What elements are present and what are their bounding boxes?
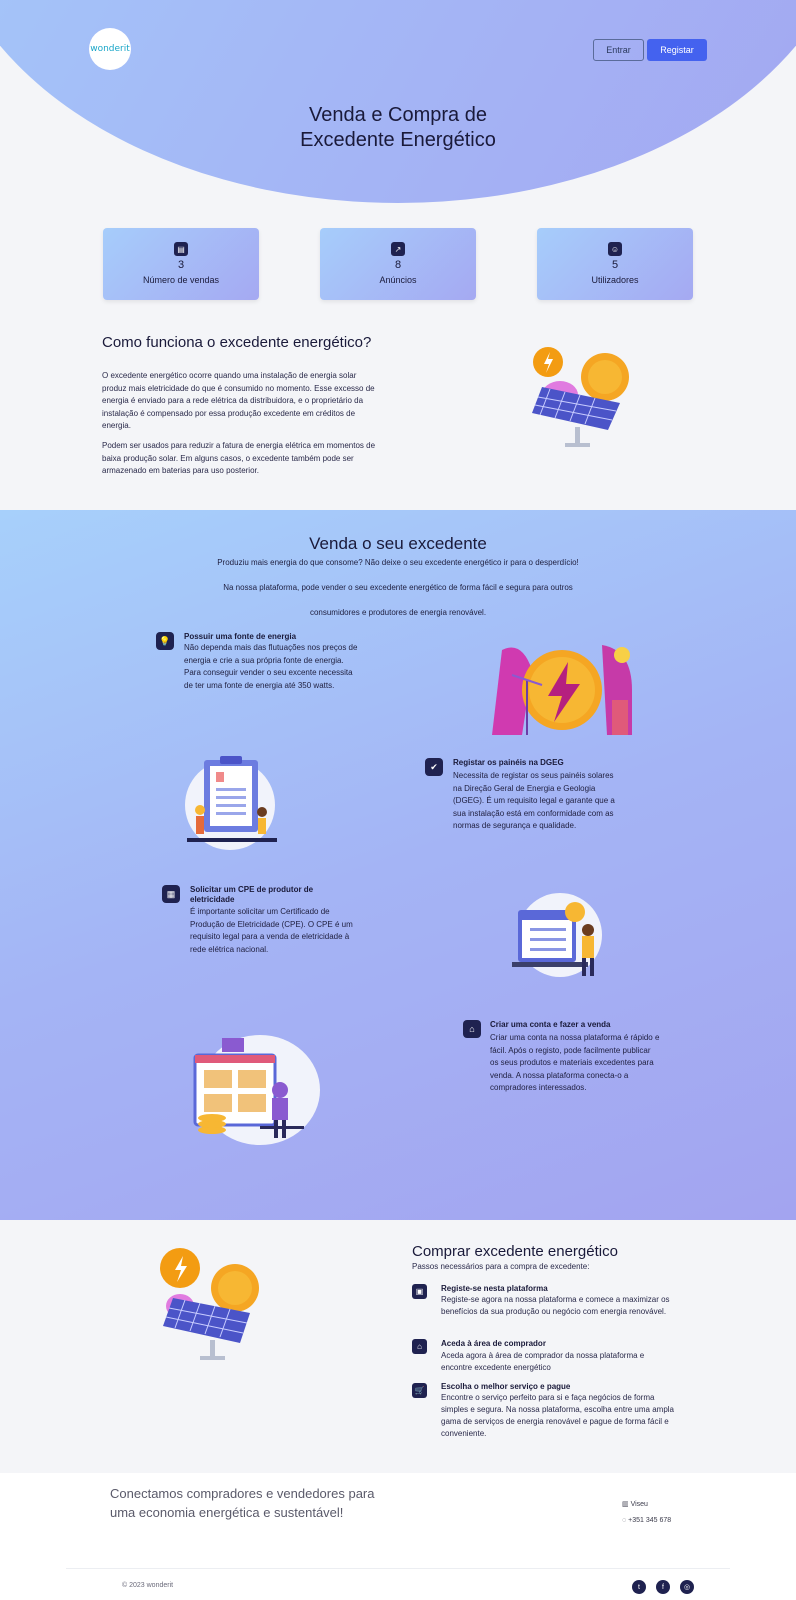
step-text: Criar uma conta na nossa plataforma é rá… [490, 1033, 660, 1092]
footer-slogan: Conectamos compradores e vendedores para… [110, 1486, 375, 1520]
buy-step-text: Registe-se agora na nossa plataforma e c… [441, 1295, 670, 1316]
sell-section: Venda o seu excedente Produziu mais ener… [0, 510, 796, 1220]
logo-text: wonderit [90, 44, 130, 54]
copyright: © 2023 wonderit [122, 1582, 174, 1589]
solar-panel-illustration [532, 347, 629, 447]
checklist-illustration [185, 756, 277, 850]
buy-step-title: Registe-se nesta plataforma [441, 1284, 548, 1293]
stat-label: Número de vendas [142, 275, 220, 285]
footer-phone: ◌ +351 345 678 [622, 1517, 671, 1524]
stat-value: 5 [611, 259, 619, 271]
map-icon: ▥ [622, 1501, 631, 1508]
stat-value: 8 [394, 259, 402, 271]
step-text: Não dependa mais das flutuações nos preç… [184, 643, 358, 690]
lightbulb-icon: 💡 [156, 632, 174, 650]
hero-section: wonderit Entrar Registar Venda e Compra … [0, 0, 796, 203]
instagram-icon[interactable]: ◎ [680, 1580, 694, 1594]
house-user-icon: ⌂ [463, 1020, 481, 1038]
phone-text: +351 345 678 [628, 1517, 672, 1524]
stat-label: Anúncios [379, 275, 417, 285]
stat-card-sales: ▤ 3 Número de vendas [103, 228, 259, 300]
step-title: Registar os painéis na DGEG [453, 758, 564, 767]
buy-subtitle: Passos necessários para a compra de exce… [412, 1262, 590, 1271]
sales-illustration [193, 1035, 320, 1145]
sell-subtitle-3: consumidores e produtores de energia ren… [309, 608, 487, 617]
step-text: Necessita de registar os seus painéis so… [453, 771, 615, 830]
step-text: É importante solicitar um Certificado de… [190, 907, 353, 954]
cart-icon: 🛒 [412, 1383, 427, 1398]
buy-step-title: Aceda à área de comprador [441, 1339, 546, 1348]
document-icon: ▦ [162, 885, 180, 903]
buy-step-text: Encontre o serviço perfeito para si e fa… [441, 1393, 675, 1438]
energy-illustration [492, 645, 632, 735]
footer: Conectamos compradores e vendedores para… [0, 1473, 796, 1600]
step-title: Criar uma conta e fazer a venda [490, 1020, 611, 1029]
step-title: Possuir uma fonte de energia [184, 632, 297, 641]
footer-divider [66, 1568, 730, 1569]
chart-icon: ↗ [391, 242, 405, 256]
logo[interactable]: wonderit [89, 28, 131, 70]
footer-location: ▥ Viseu [622, 1500, 648, 1508]
how-title: Como funciona o excedente energético? [102, 334, 372, 351]
clipboard-icon: ▣ [412, 1284, 427, 1299]
sell-subtitle-2: Na nossa plataforma, pode vender o seu e… [223, 583, 573, 592]
twitter-icon[interactable]: t [632, 1580, 646, 1594]
step-title: Solicitar um CPE de produtor de eletrici… [190, 885, 314, 904]
stat-card-users: ☺ 5 Utilizadores [537, 228, 693, 300]
stat-label: Utilizadores [591, 275, 639, 285]
buy-step-text: Aceda agora à área de comprador da nossa… [441, 1351, 645, 1372]
register-button[interactable]: Registar [647, 39, 707, 61]
login-button[interactable]: Entrar [593, 39, 644, 61]
sales-icon: ▤ [174, 242, 188, 256]
page-title-line1: Venda e Compra de [309, 104, 487, 126]
buy-title: Comprar excedente energético [412, 1243, 618, 1260]
buy-step-title: Escolha o melhor serviço e pague [441, 1382, 571, 1391]
solar-panel-illustration-2 [160, 1248, 259, 1360]
clipboard-check-icon: ✔ [425, 758, 443, 776]
sell-subtitle-1: Produziu mais energia do que consome? Nã… [217, 558, 579, 567]
page-title-line2: Excedente Energético [300, 129, 496, 151]
page-title: Venda e Compra de Excedente Energético [0, 103, 796, 153]
sell-title: Venda o seu excedente [309, 534, 487, 553]
how-paragraph-1: O excedente energético ocorre quando uma… [102, 371, 375, 430]
user-icon: ☺ [608, 242, 622, 256]
stat-card-ads: ↗ 8 Anúncios [320, 228, 476, 300]
how-paragraph-2: Podem ser usados para reduzir a fatura d… [102, 441, 376, 475]
payment-illustration [512, 893, 602, 977]
stat-value: 3 [177, 259, 185, 271]
facebook-icon[interactable]: f [656, 1580, 670, 1594]
location-text: Viseu [630, 1501, 648, 1508]
storefront-icon: ⌂ [412, 1339, 427, 1354]
